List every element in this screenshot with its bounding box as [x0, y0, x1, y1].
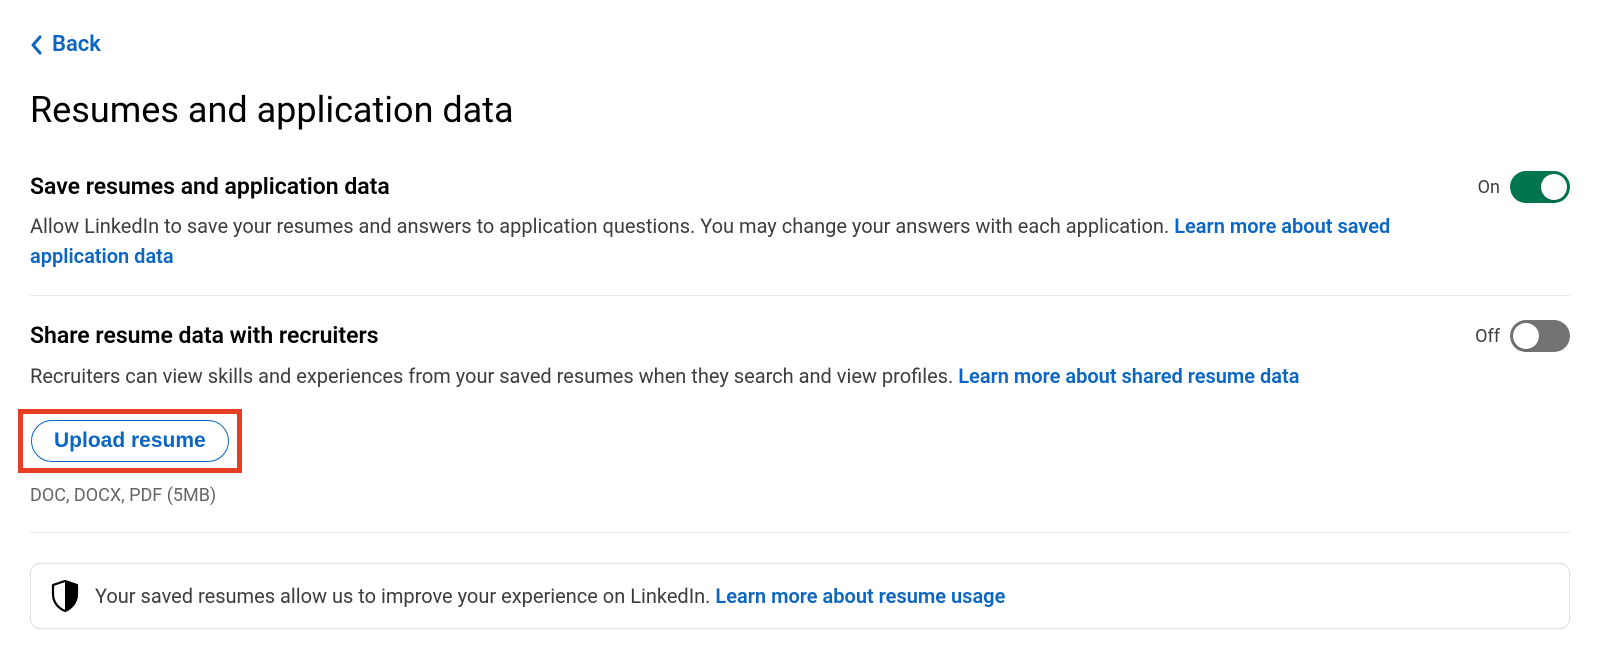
- share-toggle-label: Off: [1475, 324, 1500, 349]
- save-toggle-label: On: [1478, 175, 1500, 200]
- toggle-knob: [1541, 174, 1567, 200]
- save-desc-text: Allow LinkedIn to save your resumes and …: [30, 214, 1174, 238]
- share-section-title: Share resume data with recruiters: [30, 320, 1435, 352]
- section-share-resume: Share resume data with recruiters Recrui…: [30, 320, 1570, 532]
- upload-highlight-box: Upload resume: [18, 409, 242, 473]
- save-toggle-wrap: On: [1478, 171, 1570, 203]
- share-section-desc: Recruiters can view skills and experienc…: [30, 361, 1435, 391]
- info-learn-more-link[interactable]: Learn more about resume usage: [715, 584, 1005, 608]
- section-save-resumes: Save resumes and application data Allow …: [30, 171, 1570, 296]
- info-text-body: Your saved resumes allow us to improve y…: [95, 584, 715, 608]
- chevron-left-icon: [30, 35, 44, 55]
- back-label: Back: [52, 30, 101, 61]
- save-section-title: Save resumes and application data: [30, 171, 1438, 203]
- info-banner: Your saved resumes allow us to improve y…: [30, 563, 1570, 629]
- info-banner-text: Your saved resumes allow us to improve y…: [95, 582, 1005, 610]
- share-learn-more-link[interactable]: Learn more about shared resume data: [958, 364, 1299, 388]
- shield-icon: [51, 580, 79, 612]
- share-toggle-wrap: Off: [1475, 320, 1570, 352]
- file-type-hint: DOC, DOCX, PDF (5MB): [30, 483, 1570, 508]
- share-desc-text: Recruiters can view skills and experienc…: [30, 364, 958, 388]
- share-toggle[interactable]: [1510, 320, 1570, 352]
- page-title: Resumes and application data: [30, 85, 1570, 135]
- back-link[interactable]: Back: [30, 30, 101, 61]
- toggle-knob: [1513, 323, 1539, 349]
- upload-resume-button[interactable]: Upload resume: [31, 420, 229, 462]
- save-toggle[interactable]: [1510, 171, 1570, 203]
- save-section-desc: Allow LinkedIn to save your resumes and …: [30, 211, 1438, 271]
